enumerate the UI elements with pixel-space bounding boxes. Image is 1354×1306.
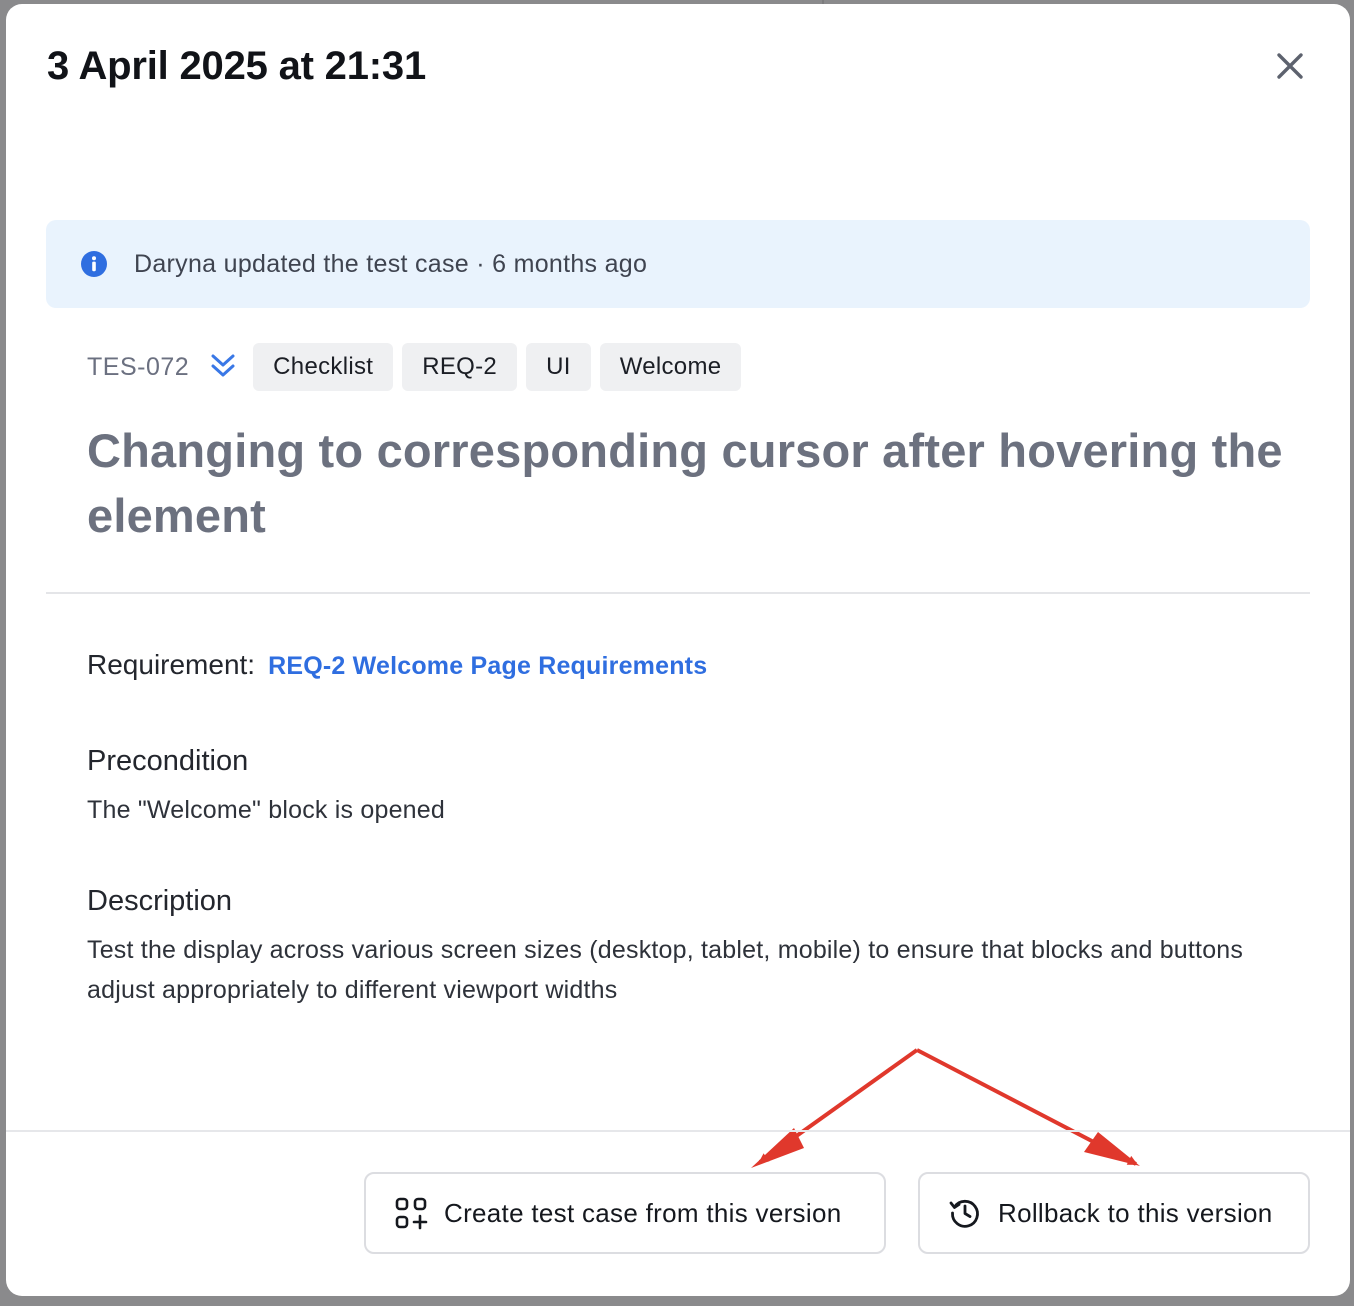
arrow-to-rollback [916,1048,1138,1166]
description-text: Test the display across various screen s… [87,936,1244,1004]
close-button[interactable] [1272,48,1308,84]
requirement-label: Requirement: [87,649,256,680]
case-meta-row: TES-072 Checklist REQ-2 UI Welcome [87,343,750,391]
arrow-to-create [758,1048,919,1164]
update-banner: Daryna updated the test case · 6 months … [46,220,1310,308]
version-modal: 3 April 2025 at 21:31 Daryna updated the… [6,4,1350,1296]
tag[interactable]: Welcome [599,343,742,391]
case-id: TES-072 [87,352,190,381]
section-divider [46,592,1310,594]
requirement-row: Requirement: REQ-2 Welcome Page Requirem… [87,649,707,681]
tag[interactable]: UI [526,343,591,391]
footer-divider [6,1130,1350,1132]
close-icon [1277,53,1303,79]
precondition-text: The "Welcome" block is opened [87,796,445,824]
tag-list: Checklist REQ-2 UI Welcome [253,343,750,391]
modal-title: 3 April 2025 at 21:31 [47,44,426,88]
create-test-case-label: Create test case from this version [444,1197,842,1228]
banner-text: Daryna updated the test case · 6 months … [134,249,648,278]
tag[interactable]: Checklist [253,343,394,391]
requirement-link[interactable]: REQ-2 Welcome Page Requirements [268,652,707,681]
description-heading: Description [87,885,233,917]
case-title: Changing to corresponding cursor after h… [87,424,1283,542]
rollback-button[interactable]: Rollback to this version [918,1172,1310,1254]
history-icon [949,1199,979,1228]
create-test-case-button[interactable]: Create test case from this version [364,1172,886,1254]
precondition-heading: Precondition [87,745,249,777]
tag[interactable]: REQ-2 [402,343,518,391]
rollback-label: Rollback to this version [998,1197,1273,1228]
double-chevron-down-icon[interactable] [209,352,237,382]
info-icon [81,251,107,277]
create-from-version-icon [395,1197,428,1230]
